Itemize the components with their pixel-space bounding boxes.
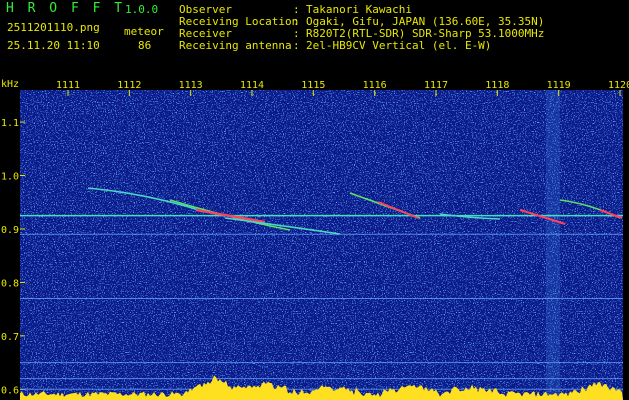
app-version: 1.0.0 [125, 3, 159, 16]
x-tick-label: 1120 [608, 80, 629, 91]
y-tick-label: 0.6 [1, 385, 19, 396]
app-title: H R O F F T [6, 1, 126, 16]
y-tick-label: 0.9 [1, 225, 19, 236]
y-tick-label: 1.1 [1, 118, 19, 129]
noise-band [546, 90, 560, 400]
info-value: 2el-HB9CV Vertical (el. E-W) [306, 39, 492, 52]
capture-datetime: 25.11.20 11:10 [7, 39, 100, 52]
x-tick-label: 1119 [547, 80, 571, 91]
detect-label: meteor [124, 25, 164, 38]
x-tick-label: 1113 [179, 80, 203, 91]
y-axis-unit: kHz [1, 79, 19, 90]
x-tick-label: 1116 [363, 80, 387, 91]
x-tick-label: 1112 [117, 80, 141, 91]
spectrogram-plot: kHz 1111 1112 1113 1114 1115 1116 1117 1118 1119… [0, 78, 629, 400]
detect-count: 86 [138, 39, 152, 52]
file-name: 2511201110.png [7, 21, 100, 34]
info-label: Receiving antenna [179, 39, 292, 52]
spectrum-noise [20, 90, 623, 400]
x-tick-label: 1115 [301, 80, 325, 91]
y-tick-label: 0.8 [1, 278, 19, 289]
x-tick-label: 1117 [424, 80, 448, 91]
y-tick-label: 0.7 [1, 332, 19, 343]
x-tick-label: 1111 [56, 80, 80, 91]
x-tick-label: 1118 [485, 80, 509, 91]
x-tick-label: 1114 [240, 80, 264, 91]
y-tick-label: 1.0 [1, 172, 19, 183]
info-separator: : [293, 39, 300, 52]
header-panel: H R O F F T 1.0.0 2511201110.png meteor … [0, 0, 629, 78]
